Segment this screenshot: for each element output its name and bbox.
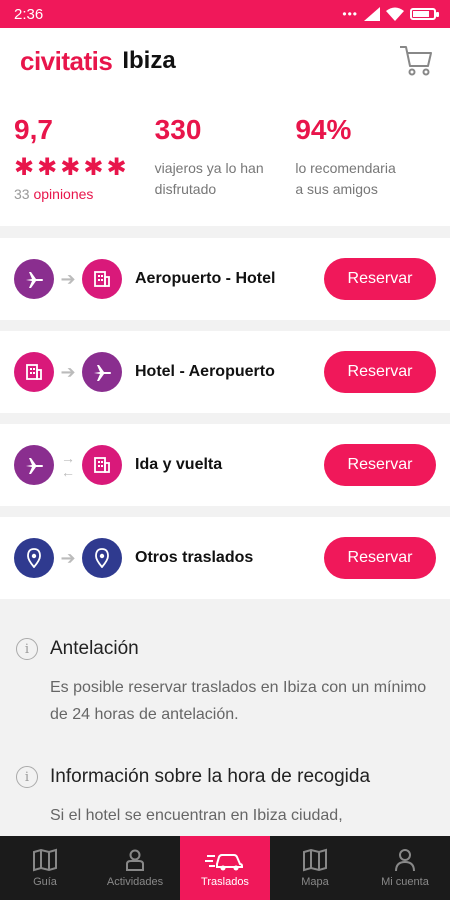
- signal-icon: [364, 7, 380, 21]
- reserve-button[interactable]: Reservar: [324, 537, 436, 579]
- info-section: i Antelación Es posible reservar traslad…: [0, 600, 450, 836]
- stats-panel: 9,7 ✱ ✱ ✱ ✱ ✱ 33 opiniones 330 viajeros …: [0, 94, 450, 226]
- recommend-text-2: a sus amigos: [295, 181, 378, 197]
- opinions-label: opiniones: [33, 186, 94, 202]
- brand-logo: civitatis: [20, 45, 113, 76]
- transfer-row-hotel-airport[interactable]: ➔ Hotel - Aeropuerto Reservar: [0, 331, 450, 413]
- info-text-advance: Es posible reservar traslados en Ibiza c…: [50, 679, 427, 723]
- rating-stat: 9,7 ✱ ✱ ✱ ✱ ✱ 33 opiniones: [14, 114, 155, 226]
- recommend-text-1: lo recomendaria: [295, 160, 396, 176]
- travellers-value: 330: [154, 114, 202, 145]
- location-pin-icon: [82, 538, 122, 578]
- arrow-right-icon: ➔: [60, 361, 76, 382]
- travellers-stat: 330 viajeros ya lo han disfrutado: [155, 114, 296, 226]
- transfer-row-airport-hotel[interactable]: ➔ Aeropuerto - Hotel Reservar: [0, 238, 450, 320]
- info-title-advance: Antelación: [50, 638, 139, 659]
- tab-label: Mapa: [301, 876, 329, 888]
- recommend-value: 94%: [295, 114, 352, 145]
- battery-icon: [410, 8, 439, 20]
- star-icon: ✱: [14, 154, 35, 181]
- reserve-button[interactable]: Reservar: [324, 444, 436, 486]
- reserve-button[interactable]: Reservar: [324, 258, 436, 300]
- arrow-right-icon: ➔: [60, 547, 76, 568]
- car-icon: [205, 854, 243, 871]
- recommend-stat: 94% lo recomendaria a sus amigos: [295, 114, 436, 226]
- plane-icon: [14, 445, 54, 485]
- rating-value: 9,7: [14, 114, 53, 145]
- transfer-label: Hotel - Aeropuerto: [135, 363, 275, 380]
- star-icon: ✱: [106, 154, 127, 181]
- transfer-label: Ida y vuelta: [135, 456, 223, 473]
- star-icon: ✱: [83, 154, 104, 181]
- hotel-icon: [82, 445, 122, 485]
- opinions-link[interactable]: 33 opiniones: [14, 186, 155, 202]
- plane-icon: [82, 352, 122, 392]
- opinions-count: 33: [14, 186, 30, 202]
- app-header: civitatis Ibiza: [0, 28, 450, 94]
- transfer-label: Aeropuerto - Hotel: [135, 270, 276, 287]
- travellers-text-2: disfrutado: [154, 181, 217, 197]
- tab-label: Guía: [33, 876, 57, 888]
- transfer-row-other[interactable]: ➔ Otros traslados Reservar: [0, 517, 450, 599]
- reserve-button[interactable]: Reservar: [324, 351, 436, 393]
- notification-dots-icon: •••: [342, 7, 358, 21]
- map-guide-icon: [33, 848, 57, 872]
- person-icon: [126, 849, 144, 871]
- status-time: 2:36: [14, 5, 44, 23]
- tab-traslados[interactable]: Traslados: [180, 836, 270, 900]
- info-icon: i: [16, 766, 38, 788]
- transfer-label: Otros traslados: [135, 549, 254, 566]
- tab-label: Actividades: [106, 876, 164, 888]
- rating-stars: ✱ ✱ ✱ ✱ ✱: [14, 156, 155, 180]
- tab-guia[interactable]: Guía: [0, 836, 90, 900]
- status-bar: 2:36 •••: [0, 0, 450, 28]
- swap-arrows-icon: → ←: [61, 450, 75, 480]
- bottom-tab-bar: Guía Actividades Traslados Mapa Mi cuent…: [0, 836, 450, 900]
- tab-label: Traslados: [201, 876, 249, 888]
- transfer-row-round-trip[interactable]: → ← Ida y vuelta Reservar: [0, 424, 450, 506]
- star-icon: ✱: [60, 154, 81, 181]
- info-text-pickup: Si el hotel se encuentran en Ibiza ciuda…: [50, 807, 343, 824]
- tab-label: Mi cuenta: [381, 876, 429, 888]
- page-title: Ibiza: [122, 47, 176, 74]
- info-title-pickup: Información sobre la hora de recogida: [50, 766, 371, 787]
- plane-icon: [14, 259, 54, 299]
- travellers-text-1: viajeros ya lo han: [154, 160, 264, 176]
- tab-mapa[interactable]: Mapa: [270, 836, 360, 900]
- info-icon: i: [16, 638, 38, 660]
- star-icon: ✱: [37, 154, 58, 181]
- hotel-icon: [14, 352, 54, 392]
- map-icon: [303, 848, 327, 872]
- account-icon: [395, 849, 415, 872]
- location-pin-icon: [14, 538, 54, 578]
- arrow-right-icon: ➔: [60, 268, 76, 289]
- tab-actividades[interactable]: Actividades: [90, 836, 180, 900]
- hotel-icon: [82, 259, 122, 299]
- wifi-icon: [386, 7, 404, 21]
- cart-icon[interactable]: [398, 42, 434, 78]
- tab-mi-cuenta[interactable]: Mi cuenta: [360, 836, 450, 900]
